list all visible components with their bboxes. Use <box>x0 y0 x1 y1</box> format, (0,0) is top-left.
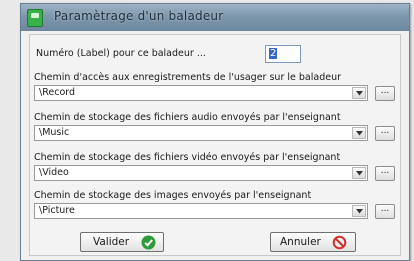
record-path-select[interactable]: \Record <box>34 85 368 101</box>
cancel-button[interactable]: Annuler <box>270 232 356 252</box>
label-number-input[interactable]: 2 <box>265 45 301 63</box>
image-browse-button[interactable]: ... <box>375 204 395 219</box>
record-path-label: Chemin d'accès aux enregistrements de l'… <box>34 72 342 83</box>
settings-dialog: Paramètrage d'un baladeur Numéro (Label)… <box>20 3 410 261</box>
audio-path-value: \Music <box>39 127 70 138</box>
forbidden-icon <box>332 235 347 250</box>
video-path-value: \Video <box>39 167 69 178</box>
window-title: Paramètrage d'un baladeur <box>54 9 224 23</box>
title-bar[interactable]: Paramètrage d'un baladeur <box>21 4 409 31</box>
check-icon <box>141 235 156 250</box>
audio-path-label: Chemin de stockage des fichiers audio en… <box>34 112 341 123</box>
chevron-down-icon[interactable] <box>352 87 366 99</box>
label-number-caption: Numéro (Label) pour ce baladeur ... <box>36 48 206 59</box>
audio-browse-button[interactable]: ... <box>375 126 395 141</box>
dialog-body: Numéro (Label) pour ce baladeur ... 2 Ch… <box>29 34 401 256</box>
video-path-select[interactable]: \Video <box>34 165 368 181</box>
chevron-down-icon[interactable] <box>352 167 366 179</box>
record-browse-button[interactable]: ... <box>375 86 395 101</box>
chevron-down-icon[interactable] <box>352 205 366 217</box>
image-path-select[interactable]: \Picture <box>34 203 368 219</box>
label-number-value: 2 <box>269 48 278 59</box>
video-path-label: Chemin de stockage des fichiers vidéo en… <box>34 152 341 163</box>
validate-button[interactable]: Valider <box>80 232 164 252</box>
video-browse-button[interactable]: ... <box>375 166 395 181</box>
validate-button-label: Valider <box>93 236 130 248</box>
chevron-down-icon[interactable] <box>352 127 366 139</box>
image-path-value: \Picture <box>39 205 75 216</box>
app-icon <box>27 9 43 27</box>
audio-path-select[interactable]: \Music <box>34 125 368 141</box>
record-path-value: \Record <box>39 87 76 98</box>
cancel-button-label: Annuler <box>280 236 321 248</box>
image-path-label: Chemin de stockage des images envoyés pa… <box>34 190 312 201</box>
